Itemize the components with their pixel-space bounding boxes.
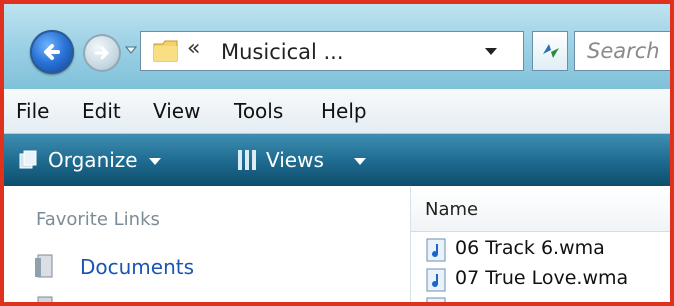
organize-button[interactable]: Organize	[48, 148, 138, 172]
explorer-window: « Musicical ... Search File Edit View To…	[0, 0, 674, 306]
menu-edit[interactable]: Edit	[82, 99, 121, 123]
breadcrumb-path[interactable]: Musicical ...	[221, 40, 344, 64]
forward-button[interactable]	[83, 34, 121, 72]
menu-view[interactable]: View	[153, 99, 200, 123]
dropdown-arrow-icon[interactable]	[485, 48, 497, 55]
menu-file[interactable]: File	[16, 99, 49, 123]
views-button[interactable]: Views	[266, 148, 324, 172]
navigation-bar: « Musicical ... Search	[4, 4, 670, 89]
music-file-icon	[426, 238, 446, 262]
next-file-icon-partial	[426, 297, 446, 302]
folder-icon	[153, 40, 178, 62]
search-box[interactable]: Search	[574, 31, 670, 71]
documents-icon	[35, 254, 53, 278]
favorite-links-title: Favorite Links	[36, 209, 160, 230]
recent-pages-dropdown-icon[interactable]	[125, 44, 137, 56]
next-favorite-icon-partial	[37, 296, 53, 302]
column-header-name[interactable]: Name	[425, 199, 478, 220]
refresh-button[interactable]	[532, 31, 568, 71]
file-name: 06 Track 6.wma	[455, 237, 605, 259]
refresh-icon	[543, 44, 559, 58]
breadcrumb-overflow-chevron[interactable]: «	[187, 36, 200, 61]
address-bar[interactable]: « Musicical ...	[140, 31, 524, 71]
organize-icon	[19, 150, 37, 169]
music-file-icon	[426, 268, 446, 292]
menu-bar: File Edit View Tools Help	[4, 89, 670, 134]
views-dropdown-icon[interactable]	[354, 158, 366, 165]
forward-arrow-icon	[94, 46, 109, 60]
favorite-link-documents[interactable]: Documents	[80, 255, 194, 279]
command-bar: Organize Views	[4, 134, 670, 186]
column-header-row: Name	[411, 187, 670, 232]
menu-tools[interactable]: Tools	[234, 99, 283, 123]
file-list: Name 06 Track 6.wma 07 True Love.wma	[411, 187, 670, 302]
organize-dropdown-icon[interactable]	[149, 158, 161, 165]
menu-help[interactable]: Help	[321, 99, 367, 123]
views-icon	[238, 150, 256, 170]
search-placeholder: Search	[587, 39, 660, 63]
navigation-pane: Favorite Links Documents	[4, 187, 410, 302]
file-name: 07 True Love.wma	[455, 267, 629, 289]
back-arrow-icon	[44, 44, 60, 60]
back-button[interactable]	[30, 30, 74, 74]
